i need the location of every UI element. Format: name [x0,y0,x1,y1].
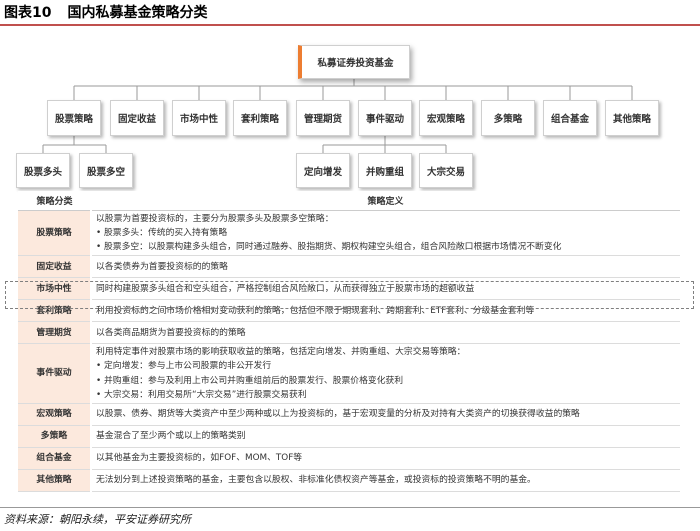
definition-line: • 并购重组：参与及利用上市公司并购重组前后的股票发行、股票价格变化获利 [96,375,404,386]
row-definition: 基金混合了至少两个或以上的策略类别 [91,425,680,448]
definition-line: 以各类商品期货为首要投资标的的策略 [96,327,246,338]
definition-line: 利用特定事件对股票市场的影响获取收益的策略，包括定向增发、并购重组、大宗交易等策… [96,347,466,358]
definition-line: 以股票为首要投资标的，主要分为股票多头及股票多空策略： [96,213,334,224]
node-mna: 并购重组 [358,153,412,188]
strategy-definition-table: 策略分类 策略定义 股票策略 以股票为首要投资标的，主要分为股票多头及股票多空策… [18,191,680,492]
node-other-strategy: 其他策略 [605,100,659,136]
node-stock-strategy: 股票策略 [47,100,101,136]
row-category: 股票策略 [18,210,92,257]
row-definition: 以股票为首要投资标的，主要分为股票多头及股票多空策略： • 股票多头：传统的买入… [91,210,680,257]
row-category: 多策略 [18,425,92,448]
header-category: 策略分类 [18,191,91,211]
definition-line: • 定向增发：参与上市公司股票的非公开发行 [96,361,272,372]
row-category: 组合基金 [18,447,92,470]
source-divider [0,507,700,508]
source-note: 资料来源：朝阳永续，平安证券研究所 [4,513,191,526]
row-definition: 以各类债券为首要投资标的的策略 [91,255,680,279]
node-stock-long-short: 股票多空 [79,153,133,188]
node-managed-futures: 管理期货 [296,100,350,136]
header-definition: 策略定义 [91,191,680,211]
row-definition: 以其他基金为主要投资标的，如FOF、MOM、TOF等 [91,447,680,470]
node-multi-strategy: 多策略 [481,100,535,136]
definition-line: • 大宗交易：利用交易所“大宗交易”进行股票交易获利 [96,389,307,400]
table-row: 事件驱动 利用特定事件对股票市场的影响获取收益的策略，包括定向增发、并购重组、大… [18,343,680,404]
figure-title: 国内私募基金策略分类 [67,5,208,21]
table-row: 固定收益 以各类债券为首要投资标的的策略 [18,255,680,279]
row-category: 其他策略 [18,469,92,492]
node-stock-long: 股票多头 [16,153,70,188]
table-row: 宏观策略 以股票、债券、期货等大类资产中至少两种或以上为投资标的，基于宏观变量的… [18,403,680,426]
market-neutral-highlight [5,281,694,309]
row-category: 固定收益 [18,255,92,279]
node-market-neutral: 市场中性 [172,100,226,136]
node-macro: 宏观策略 [419,100,473,136]
definition-line: 无法划分到上述投资策略的基金，主要包含以股权、非标准化债权资产等基金，或投资标的… [96,475,536,486]
root-node: 私募证券投资基金 [298,45,410,79]
definition-line: 以其他基金为主要投资标的，如FOF、MOM、TOF等 [96,453,303,464]
row-definition: 以各类商品期货为首要投资标的的策略 [91,321,680,345]
node-fund-of-funds: 组合基金 [543,100,597,136]
row-category: 管理期货 [18,321,92,345]
definition-line: • 股票多空：以股票构建多头组合，同时通过融券、股指期货、期权构建空头组合，组合… [96,241,562,252]
row-definition: 利用特定事件对股票市场的影响获取收益的策略，包括定向增发、并购重组、大宗交易等策… [91,343,680,404]
figure-header: 图表10 国内私募基金策略分类 [0,0,700,26]
definition-line: 基金混合了至少两个或以上的策略类别 [96,431,246,442]
row-category: 宏观策略 [18,403,92,426]
definition-line: • 股票多头：传统的买入持有策略 [96,227,228,238]
row-definition: 无法划分到上述投资策略的基金，主要包含以股权、非标准化债权资产等基金，或投资标的… [91,469,680,492]
node-block-trade: 大宗交易 [419,153,473,188]
node-arbitrage: 套利策略 [233,100,287,136]
definition-line: 以各类债券为首要投资标的的策略 [96,261,228,272]
table-row: 组合基金 以其他基金为主要投资标的，如FOF、MOM、TOF等 [18,447,680,470]
table-header-row: 策略分类 策略定义 [18,191,680,211]
node-event-driven: 事件驱动 [358,100,412,136]
table-row: 多策略 基金混合了至少两个或以上的策略类别 [18,425,680,448]
node-private-placement: 定向增发 [296,153,350,188]
table-row: 管理期货 以各类商品期货为首要投资标的的策略 [18,321,680,345]
definition-line: 以股票、债券、期货等大类资产中至少两种或以上为投资标的，基于宏观变量的分析及对持… [96,409,580,420]
table-row: 股票策略 以股票为首要投资标的，主要分为股票多头及股票多空策略： • 股票多头：… [18,210,680,257]
row-category: 事件驱动 [18,343,92,404]
table-row: 其他策略 无法划分到上述投资策略的基金，主要包含以股权、非标准化债权资产等基金，… [18,469,680,492]
row-definition: 以股票、债券、期货等大类资产中至少两种或以上为投资标的，基于宏观变量的分析及对持… [91,403,680,426]
node-fixed-income: 固定收益 [110,100,164,136]
figure-number: 图表10 [4,5,52,21]
